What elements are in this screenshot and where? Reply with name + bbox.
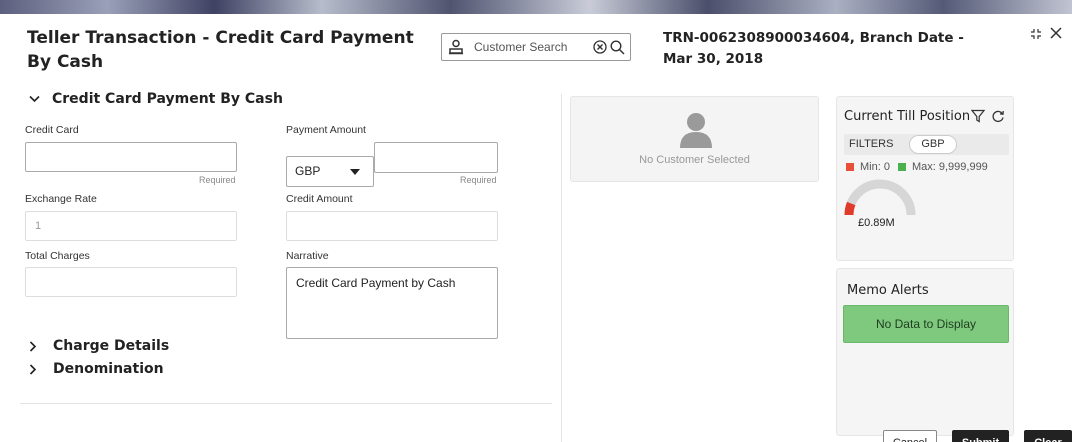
- credit-card-input[interactable]: [25, 142, 237, 172]
- max-legend-swatch: [897, 163, 906, 171]
- credit-card-required: Required: [199, 175, 236, 185]
- filters-bar: FILTERS GBP: [844, 134, 1009, 155]
- narrative-textarea[interactable]: Credit Card Payment by Cash: [286, 267, 498, 339]
- transaction-window: Teller Transaction - Credit Card Payment…: [0, 14, 1072, 442]
- currency-value: GBP: [295, 164, 321, 178]
- customer-panel: No Customer Selected: [570, 96, 819, 182]
- customer-icon: [449, 39, 463, 55]
- transaction-reference: TRN-0062308900034604, Branch Date - Mar …: [663, 30, 964, 67]
- avatar-placeholder-icon: [680, 113, 712, 148]
- exchange-rate-label: Exchange Rate: [25, 193, 97, 205]
- dropdown-caret-icon: [350, 169, 360, 175]
- section-header-charge-details[interactable]: Charge Details: [29, 338, 169, 354]
- currency-select[interactable]: GBP: [286, 156, 374, 187]
- collapse-icon[interactable]: [1029, 27, 1043, 41]
- top-banner: [0, 0, 1072, 14]
- memo-title: Memo Alerts: [847, 283, 929, 298]
- till-position-widget: Current Till Position FILTERS GBP Min: 0…: [836, 96, 1014, 261]
- filter-icon[interactable]: [971, 109, 985, 123]
- credit-amount-input: [286, 211, 498, 241]
- credit-amount-label: Credit Amount: [286, 193, 353, 205]
- no-data-message: No Data to Display: [843, 305, 1009, 343]
- total-charges-label: Total Charges: [25, 250, 90, 262]
- denomination-label: Denomination: [53, 361, 164, 377]
- min-legend-swatch: [846, 163, 854, 171]
- clear-button[interactable]: Clear: [1024, 430, 1072, 442]
- close-icon[interactable]: [1049, 26, 1063, 40]
- column-divider: [561, 94, 562, 442]
- customer-search[interactable]: Customer Search: [441, 33, 631, 61]
- cancel-button[interactable]: Cancel: [883, 430, 937, 442]
- chevron-down-icon: [29, 95, 40, 103]
- page-title: Teller Transaction - Credit Card Payment…: [27, 28, 414, 72]
- credit-card-label: Credit Card: [25, 124, 79, 136]
- chevron-right-icon: [29, 340, 37, 352]
- total-charges-input: [25, 267, 237, 297]
- divider: [20, 403, 552, 404]
- chevron-right-icon: [29, 363, 37, 375]
- currency-filter-chip[interactable]: GBP: [909, 135, 957, 154]
- narrative-label: Narrative: [286, 250, 329, 262]
- submit-button[interactable]: Submit: [952, 430, 1009, 442]
- search-input[interactable]: Customer Search: [474, 40, 593, 54]
- payment-amount-label: Payment Amount: [286, 124, 366, 136]
- till-amount: £0.89M: [858, 217, 895, 229]
- memo-alerts-widget: Memo Alerts No Data to Display: [836, 268, 1014, 436]
- exchange-rate-value: 1: [35, 220, 42, 232]
- min-label: Min: 0: [860, 161, 890, 173]
- payment-amount-input[interactable]: [374, 142, 498, 173]
- search-icon[interactable]: [610, 39, 625, 55]
- no-customer-text: No Customer Selected: [639, 154, 750, 166]
- payment-amount-required: Required: [460, 175, 497, 185]
- till-gauge: [844, 179, 916, 216]
- section-header-credit-card-payment[interactable]: Credit Card Payment By Cash: [29, 91, 283, 107]
- clear-search-icon[interactable]: [593, 40, 607, 54]
- till-title: Current Till Position: [844, 109, 971, 124]
- exchange-rate-input: 1: [25, 211, 237, 241]
- section-title: Credit Card Payment By Cash: [52, 91, 283, 107]
- filters-label: FILTERS: [849, 138, 894, 150]
- refresh-icon[interactable]: [991, 109, 1005, 123]
- section-header-denomination[interactable]: Denomination: [29, 361, 164, 377]
- max-label: Max: 9,999,999: [911, 161, 988, 173]
- charge-details-label: Charge Details: [53, 338, 170, 354]
- till-legend: Min: 0 Max: 9,999,999: [846, 161, 988, 173]
